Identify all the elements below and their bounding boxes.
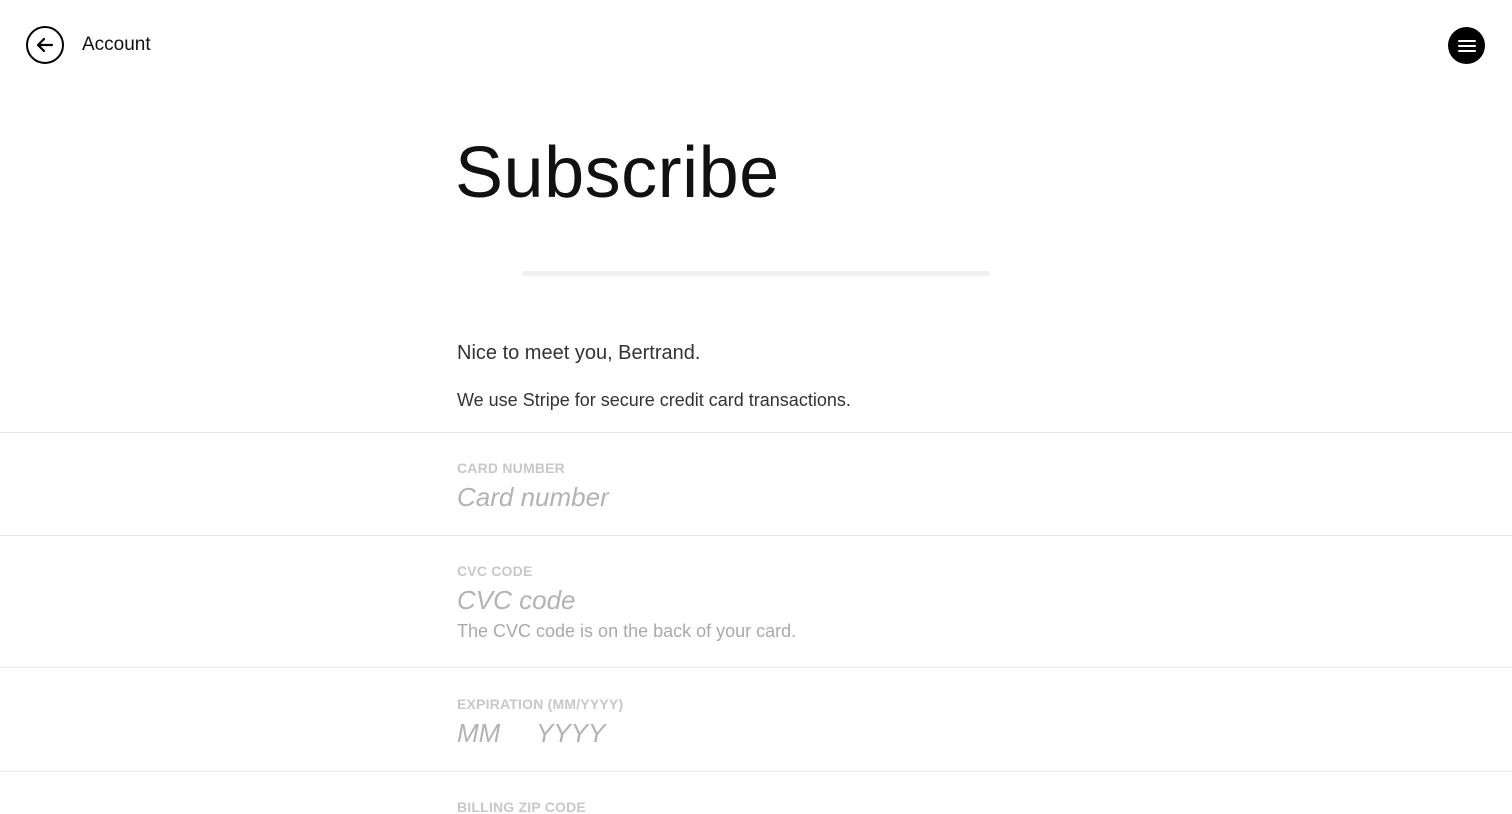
hamburger-menu-icon: [1457, 39, 1476, 52]
header-title[interactable]: Account: [82, 33, 151, 57]
card-number-input[interactable]: [457, 481, 1057, 513]
cvc-label: CVC CODE: [457, 563, 533, 579]
menu-button[interactable]: [1448, 27, 1485, 64]
divider: [0, 432, 1512, 433]
divider: [0, 667, 1512, 668]
zip-label: BILLING ZIP CODE: [457, 799, 586, 814]
divider: [0, 771, 1512, 772]
cvc-input[interactable]: [457, 584, 1057, 616]
progress-bar: [522, 271, 990, 276]
progress-fill: [522, 271, 990, 276]
greeting-text: Nice to meet you, Bertrand.: [457, 342, 701, 364]
card-number-label: CARD NUMBER: [457, 460, 565, 476]
expiration-year-input[interactable]: [536, 717, 646, 749]
divider: [0, 535, 1512, 536]
expiration-label: EXPIRATION (MM/YYYY): [457, 696, 624, 712]
arrow-left-icon: [36, 37, 54, 53]
subscribe-page: Account Subscribe Nice to meet you, Bert…: [0, 0, 1512, 814]
stripe-note: We use Stripe for secure credit card tra…: [457, 390, 851, 410]
back-button[interactable]: [26, 26, 64, 64]
cvc-hint: The CVC code is on the back of your card…: [457, 621, 797, 641]
page-title: Subscribe: [455, 133, 780, 213]
expiration-month-input[interactable]: [457, 717, 527, 749]
